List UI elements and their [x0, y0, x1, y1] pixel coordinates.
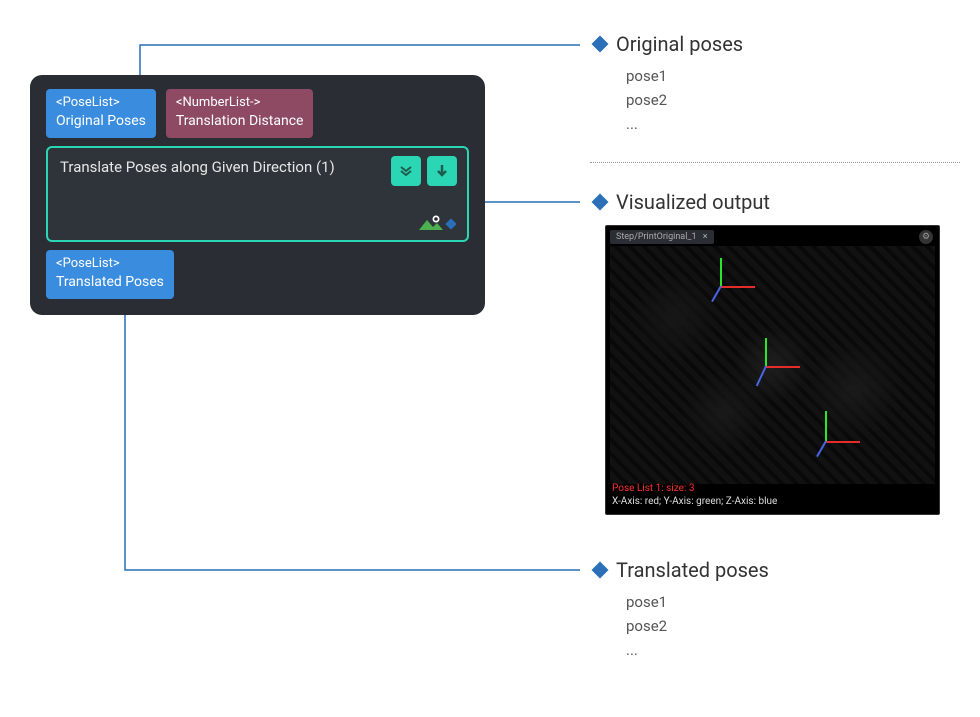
annotation-item: pose2 — [626, 88, 743, 112]
viewer-axis-legend: X-Axis: red; Y-Axis: green; Z-Axis: blue — [612, 495, 777, 508]
viewer-tab[interactable]: Step/PrintOriginal_1 × — [610, 230, 714, 244]
port-name-label: Translated Poses — [56, 273, 164, 291]
input-port-row: <PoseList> Original Poses <NumberList-> … — [46, 89, 469, 138]
annotation-translated-poses: Translated poses pose1 pose2 ... — [590, 558, 769, 662]
port-type-label: <NumberList-> — [176, 95, 304, 112]
input-port-original-poses[interactable]: <PoseList> Original Poses — [46, 89, 156, 138]
port-name-label: Original Poses — [56, 112, 146, 130]
viewer-tab-label: Step/PrintOriginal_1 — [616, 232, 697, 242]
close-icon[interactable]: × — [703, 232, 708, 242]
annotation-item: ... — [626, 112, 743, 136]
node-editor-panel: <PoseList> Original Poses <NumberList-> … — [30, 75, 485, 315]
viewer-footer: Pose List 1: size: 3 X-Axis: red; Y-Axis… — [612, 482, 777, 508]
viewer-pose-count: Pose List 1: size: 3 — [612, 482, 777, 495]
annotation-item: pose2 — [626, 614, 769, 638]
diamond-bullet-icon — [592, 194, 609, 211]
viewer-3d-scene[interactable] — [610, 246, 935, 484]
annotation-heading: Visualized output — [616, 190, 770, 214]
annotation-item: pose1 — [626, 64, 743, 88]
annotation-item: pose1 — [626, 590, 769, 614]
visualize-eye-icon[interactable] — [417, 214, 455, 234]
expand-down-icon[interactable] — [391, 156, 421, 186]
output-port-row: <PoseList> Translated Poses — [46, 250, 469, 299]
annotation-original-poses: Original poses pose1 pose2 ... — [590, 32, 743, 136]
annotation-heading: Original poses — [616, 32, 743, 56]
port-type-label: <PoseList> — [56, 256, 164, 273]
output-port-translated-poses[interactable]: <PoseList> Translated Poses — [46, 250, 174, 299]
diamond-bullet-icon — [592, 36, 609, 53]
section-divider — [590, 162, 960, 163]
annotation-visualized-output: Visualized output — [590, 190, 770, 222]
annotation-heading: Translated poses — [616, 558, 769, 582]
node-body[interactable]: Translate Poses along Given Direction (1… — [46, 146, 469, 242]
port-name-label: Translation Distance — [176, 112, 304, 130]
diamond-bullet-icon — [592, 562, 609, 579]
viewer-settings-icon[interactable]: ⚙ — [919, 230, 933, 244]
arrow-down-icon[interactable] — [427, 156, 457, 186]
input-port-translation-distance[interactable]: <NumberList-> Translation Distance — [166, 89, 314, 138]
3d-viewer-panel[interactable]: Step/PrintOriginal_1 × ⚙ Pose List 1: si… — [605, 225, 940, 515]
port-type-label: <PoseList> — [56, 95, 146, 112]
annotation-item: ... — [626, 638, 769, 662]
node-action-icons — [391, 156, 457, 186]
